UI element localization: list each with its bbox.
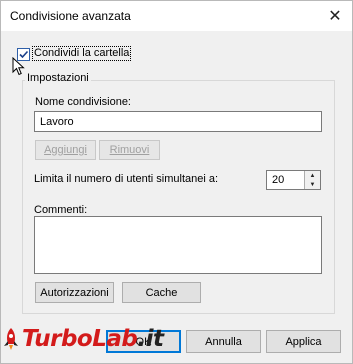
share-name-label: Nome condivisione:	[35, 96, 131, 108]
user-limit-value: 20	[272, 174, 285, 186]
watermark-text-part1: TurboLab	[22, 326, 138, 352]
comments-label: Commenti:	[34, 204, 88, 216]
title-bar: Condivisione avanzata ✕	[1, 1, 352, 31]
spin-down-icon[interactable]: ▼	[304, 180, 320, 189]
remove-button[interactable]: Rimuovi	[99, 140, 160, 160]
watermark-text-part2: .it	[137, 326, 164, 352]
share-folder-label[interactable]: Condividi la cartella	[32, 46, 132, 61]
cancel-button-label: Annulla	[205, 335, 242, 348]
share-name-input[interactable]: Lavoro	[34, 111, 322, 132]
mouse-cursor-icon	[12, 57, 25, 76]
close-icon[interactable]: ✕	[318, 1, 352, 31]
remove-button-label: Rimuovi	[109, 144, 150, 156]
comments-textarea[interactable]	[34, 216, 322, 274]
cache-button[interactable]: Cache	[122, 282, 201, 303]
share-name-value: Lavoro	[40, 116, 74, 128]
apply-button[interactable]: Applica	[266, 330, 341, 353]
apply-button-label: Applica	[285, 335, 322, 348]
permissions-button-label: Autorizzazioni	[40, 286, 109, 299]
rocket-logo-icon	[4, 328, 18, 350]
advanced-sharing-dialog: Condivisione avanzata ✕ Condividi la car…	[0, 0, 353, 364]
window-title: Condivisione avanzata	[10, 9, 131, 23]
settings-legend: Impostazioni	[25, 72, 91, 84]
add-button-label: Aggiungi	[44, 144, 87, 156]
permissions-button[interactable]: Autorizzazioni	[35, 282, 114, 303]
user-limit-spinner[interactable]: 20 ▲ ▼	[266, 170, 321, 190]
user-limit-label: Limita il numero di utenti simultanei a:	[34, 173, 219, 185]
cancel-button[interactable]: Annulla	[186, 330, 261, 353]
add-button[interactable]: Aggiungi	[35, 140, 96, 160]
cache-button-label: Cache	[145, 286, 178, 299]
turbolab-watermark: TurboLab.it	[2, 324, 164, 354]
watermark-text: TurboLab.it	[22, 326, 164, 352]
